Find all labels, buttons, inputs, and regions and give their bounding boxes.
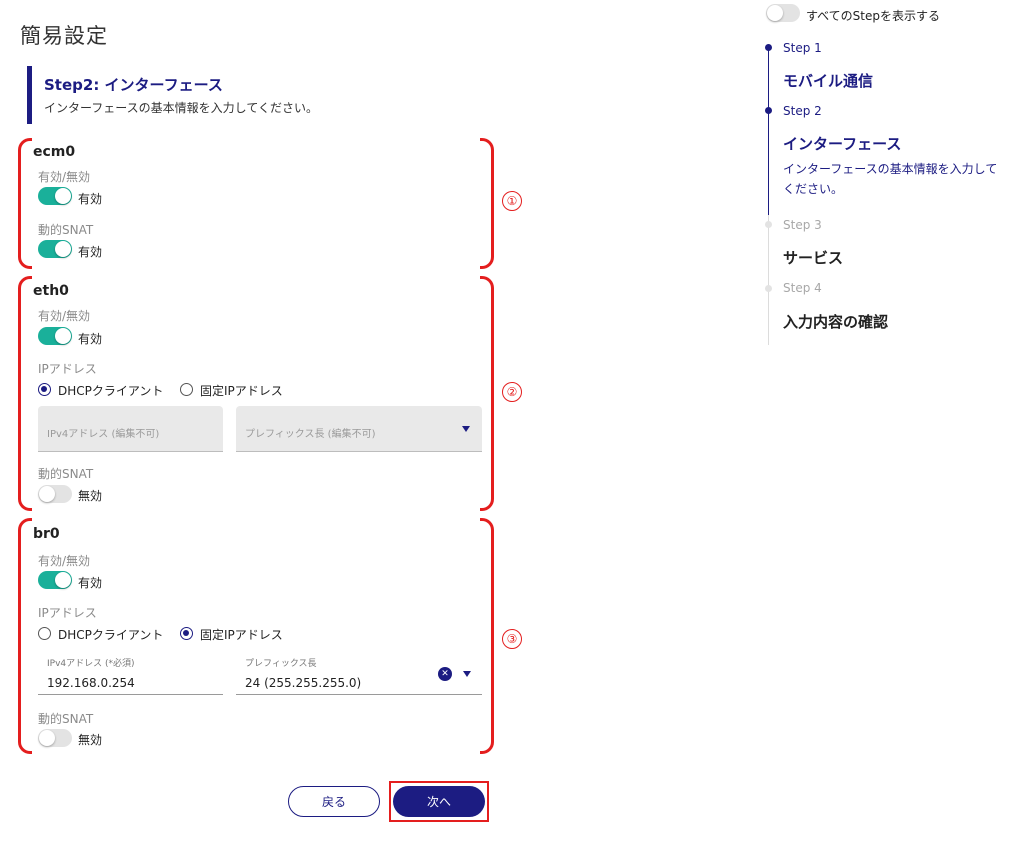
highlight-bracket-left-3: [18, 518, 32, 754]
show-all-steps-label: すべてのStepを表示する: [806, 9, 941, 23]
highlight-bracket-right-2: [480, 276, 494, 511]
br0-enabled-label: 有効/無効: [38, 554, 91, 568]
show-all-steps-toggle[interactable]: [766, 4, 800, 22]
clear-circle-icon[interactable]: ✕: [438, 667, 452, 681]
ecm0-snat-label: 動的SNAT: [38, 223, 94, 237]
stepper-line-active: [768, 48, 769, 215]
ecm0-enabled-toggle[interactable]: [38, 187, 72, 205]
interface-name-eth0: eth0: [33, 283, 69, 299]
eth0-prefix-placeholder: プレフィックス長 (編集不可): [245, 429, 376, 440]
back-button[interactable]: 戻る: [288, 786, 380, 817]
next-button[interactable]: 次へ: [393, 786, 485, 817]
step-1-number: Step 1: [783, 41, 822, 55]
eth0-ipv4-placeholder: IPv4アドレス (編集不可): [47, 429, 160, 440]
interface-name-ecm0: ecm0: [33, 144, 76, 160]
step-header-title: Step2: インターフェース: [44, 76, 223, 94]
step-4-number: Step 4: [783, 281, 822, 295]
highlight-bracket-left-2: [18, 276, 32, 511]
eth0-prefix-select: プレフィックス長 (編集不可): [236, 406, 482, 452]
ecm0-snat-toggle[interactable]: [38, 240, 72, 258]
step-1-dot: [765, 44, 772, 51]
eth0-radio-static[interactable]: [180, 383, 193, 396]
marker-1: ①: [502, 191, 522, 211]
step-4-dot: [765, 285, 772, 292]
step-header-accent-bar: [27, 66, 32, 124]
eth0-enabled-value: 有効: [78, 332, 103, 346]
br0-radio-static-label[interactable]: 固定IPアドレス: [200, 626, 283, 643]
br0-enabled-value: 有効: [78, 576, 103, 590]
step-3-number: Step 3: [783, 218, 822, 232]
eth0-radio-dhcp-label[interactable]: DHCPクライアント: [58, 382, 163, 399]
br0-ipv4-value: 192.168.0.254: [47, 676, 135, 690]
highlight-bracket-right-1: [480, 138, 494, 269]
br0-radio-dhcp-label[interactable]: DHCPクライアント: [58, 626, 163, 643]
br0-snat-label: 動的SNAT: [38, 712, 94, 726]
marker-2: ②: [502, 382, 522, 402]
eth0-radio-static-label[interactable]: 固定IPアドレス: [200, 382, 283, 399]
br0-ip-label: IPアドレス: [38, 606, 97, 620]
br0-snat-toggle[interactable]: [38, 729, 72, 747]
step-2-name[interactable]: インターフェース: [783, 133, 901, 154]
br0-radio-static[interactable]: [180, 627, 193, 640]
step-3-dot: [765, 221, 772, 228]
eth0-enabled-toggle[interactable]: [38, 327, 72, 345]
br0-prefix-select[interactable]: プレフィックス長 24 (255.255.255.0) ✕: [236, 655, 482, 695]
step-3-name[interactable]: サービス: [783, 247, 843, 268]
eth0-ip-label: IPアドレス: [38, 362, 97, 376]
br0-enabled-toggle[interactable]: [38, 571, 72, 589]
br0-ipv4-label: IPv4アドレス (*必須): [47, 659, 135, 669]
step-1-name[interactable]: モバイル通信: [783, 70, 873, 91]
highlight-bracket-left-1: [18, 138, 32, 269]
ecm0-snat-value: 有効: [78, 245, 103, 259]
stepper-line-inactive: [768, 215, 769, 345]
br0-prefix-label: プレフィックス長: [245, 659, 317, 669]
eth0-snat-label: 動的SNAT: [38, 467, 94, 481]
step-header-description: インターフェースの基本情報を入力してください。: [44, 101, 318, 115]
eth0-ipv4-input: IPv4アドレス (編集不可): [38, 406, 223, 452]
step-2-dot: [765, 107, 772, 114]
step-2-detail: インターフェースの基本情報を入力してください。: [783, 162, 998, 196]
page-title: 簡易設定: [20, 24, 108, 48]
br0-ipv4-input[interactable]: IPv4アドレス (*必須) 192.168.0.254: [38, 655, 223, 695]
caret-down-icon: [462, 426, 470, 432]
eth0-enabled-label: 有効/無効: [38, 309, 91, 323]
ecm0-enabled-value: 有効: [78, 192, 103, 206]
marker-3: ③: [502, 629, 522, 649]
caret-down-icon[interactable]: [463, 671, 471, 677]
eth0-snat-value: 無効: [78, 489, 103, 503]
highlight-bracket-right-3: [480, 518, 494, 754]
eth0-radio-dhcp[interactable]: [38, 383, 51, 396]
interface-name-br0: br0: [33, 526, 60, 542]
br0-prefix-value: 24 (255.255.255.0): [245, 676, 362, 690]
br0-snat-value: 無効: [78, 733, 103, 747]
br0-radio-dhcp[interactable]: [38, 627, 51, 640]
step-4-name[interactable]: 入力内容の確認: [783, 311, 888, 332]
eth0-snat-toggle[interactable]: [38, 485, 72, 503]
step-2-number: Step 2: [783, 104, 822, 118]
ecm0-enabled-label: 有効/無効: [38, 170, 91, 184]
